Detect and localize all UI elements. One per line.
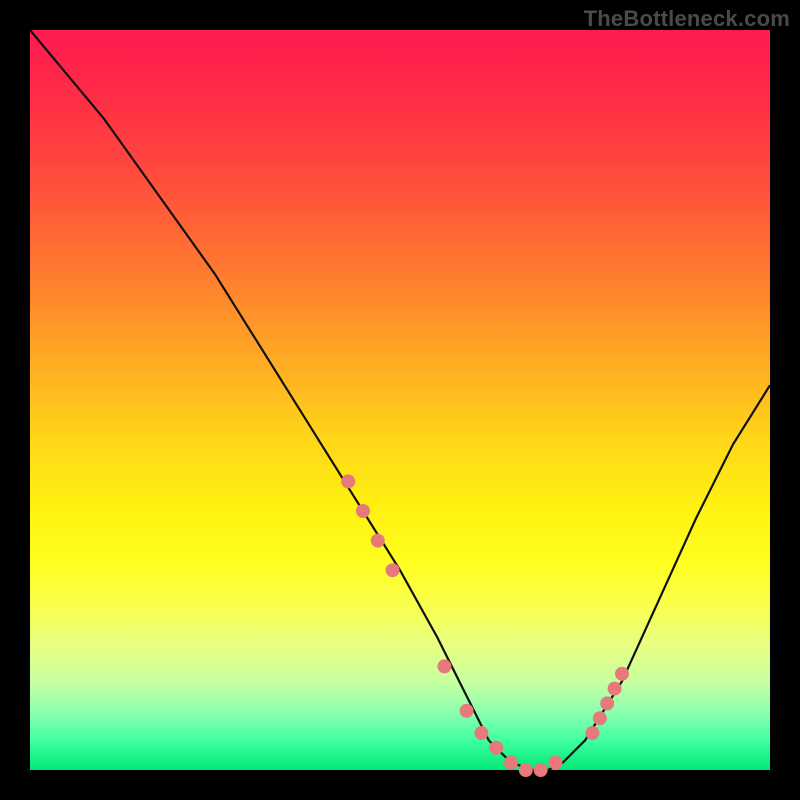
plot-gradient-background — [30, 30, 770, 770]
bottleneck-curve-svg — [30, 30, 770, 770]
optimal-marker — [534, 763, 548, 777]
optimal-marker — [356, 504, 370, 518]
optimal-marker — [600, 696, 614, 710]
optimal-marker — [371, 534, 385, 548]
optimal-marker — [341, 474, 355, 488]
optimal-marker — [489, 741, 503, 755]
chart-frame: TheBottleneck.com — [0, 0, 800, 800]
optimal-marker — [608, 682, 622, 696]
optimal-marker — [460, 704, 474, 718]
optimal-marker — [615, 667, 629, 681]
marker-group — [341, 474, 629, 777]
optimal-marker — [504, 756, 518, 770]
watermark-text: TheBottleneck.com — [584, 6, 790, 32]
bottleneck-curve — [30, 30, 770, 770]
optimal-marker — [519, 763, 533, 777]
optimal-marker — [437, 659, 451, 673]
optimal-marker — [585, 726, 599, 740]
optimal-marker — [593, 711, 607, 725]
optimal-marker — [548, 756, 562, 770]
optimal-marker — [386, 563, 400, 577]
optimal-marker — [474, 726, 488, 740]
